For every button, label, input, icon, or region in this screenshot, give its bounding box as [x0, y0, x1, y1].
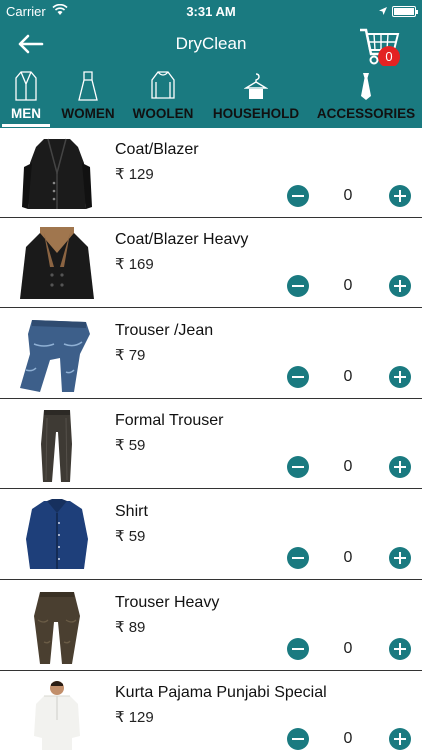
nav-bar: DryClean 0: [0, 22, 422, 68]
item-price: ₹ 59: [115, 528, 146, 545]
item-name: Shirt: [115, 503, 148, 520]
location-arrow-icon: [378, 4, 388, 19]
item-quantity: 0: [343, 187, 353, 204]
decrease-quantity-button[interactable]: [287, 456, 309, 478]
item-quantity: 0: [343, 368, 353, 385]
list-item[interactable]: Trouser Heavy ₹ 89 0: [0, 581, 422, 671]
item-name: Trouser /Jean: [115, 322, 214, 339]
item-name: Kurta Pajama Punjabi Special: [115, 684, 327, 701]
increase-quantity-button[interactable]: [389, 456, 411, 478]
sweater-icon: [150, 70, 176, 107]
item-price: ₹ 129: [115, 709, 154, 726]
item-price: ₹ 129: [115, 166, 154, 183]
tab-women-label: WOMEN: [61, 106, 115, 121]
formal-trouser-image: [14, 404, 100, 486]
dress-icon: [77, 70, 99, 107]
item-quantity: 0: [343, 549, 353, 566]
shirt-image: [14, 495, 100, 577]
item-quantity: 0: [343, 730, 353, 747]
item-name: Coat/Blazer Heavy: [115, 231, 249, 248]
increase-quantity-button[interactable]: [389, 275, 411, 297]
item-price: ₹ 79: [115, 347, 146, 364]
cart-count-badge: 0: [378, 46, 400, 68]
hanger-icon: [243, 70, 269, 107]
decrease-quantity-button[interactable]: [287, 638, 309, 660]
decrease-quantity-button[interactable]: [287, 185, 309, 207]
tab-woolen-label: WOOLEN: [132, 106, 194, 121]
list-item[interactable]: Coat/Blazer Heavy ₹ 169 0: [0, 218, 422, 308]
kurta-image: [14, 676, 100, 750]
tab-men-label: MEN: [11, 106, 41, 121]
active-tab-indicator: [2, 124, 50, 127]
heavy-trouser-image: [14, 586, 100, 668]
increase-quantity-button[interactable]: [389, 366, 411, 388]
status-time: 3:31 AM: [186, 4, 236, 19]
battery-icon: [392, 6, 418, 17]
decrease-quantity-button[interactable]: [287, 275, 309, 297]
tab-accessories-label: ACCESSORIES: [316, 106, 416, 121]
tab-household-label: HOUSEHOLD: [212, 106, 300, 121]
item-name: Coat/Blazer: [115, 141, 199, 158]
blazer-image: [14, 133, 100, 215]
tab-men[interactable]: MEN: [0, 66, 52, 128]
decrease-quantity-button[interactable]: [287, 728, 309, 750]
item-price: ₹ 59: [115, 437, 146, 454]
tab-household[interactable]: HOUSEHOLD: [208, 66, 304, 128]
decrease-quantity-button[interactable]: [287, 547, 309, 569]
item-quantity: 0: [343, 458, 353, 475]
list-item[interactable]: Coat/Blazer ₹ 129 0: [0, 128, 422, 218]
item-price: ₹ 169: [115, 256, 154, 273]
increase-quantity-button[interactable]: [389, 185, 411, 207]
blazer-icon: [14, 70, 38, 107]
jeans-image: [14, 314, 100, 396]
list-item[interactable]: Shirt ₹ 59 0: [0, 490, 422, 580]
list-item[interactable]: Kurta Pajama Punjabi Special ₹ 129 0: [0, 671, 422, 750]
list-item[interactable]: Formal Trouser ₹ 59 0: [0, 399, 422, 489]
item-name: Trouser Heavy: [115, 594, 220, 611]
tab-women[interactable]: WOMEN: [56, 66, 120, 128]
increase-quantity-button[interactable]: [389, 547, 411, 569]
status-bar: Carrier 3:31 AM: [0, 0, 422, 22]
item-quantity: 0: [343, 640, 353, 657]
category-tab-bar: MEN WOMEN WOOLEN HOUSEHOLD ACCESSORIES: [0, 66, 422, 128]
increase-quantity-button[interactable]: [389, 638, 411, 660]
tie-icon: [358, 70, 374, 107]
decrease-quantity-button[interactable]: [287, 366, 309, 388]
tab-accessories[interactable]: ACCESSORIES: [314, 66, 418, 128]
item-name: Formal Trouser: [115, 412, 224, 429]
list-item[interactable]: Trouser /Jean ₹ 79 0: [0, 309, 422, 399]
heavy-coat-image: [14, 223, 100, 305]
item-quantity: 0: [343, 277, 353, 294]
tab-woolen[interactable]: WOOLEN: [128, 66, 198, 128]
item-price: ₹ 89: [115, 619, 146, 636]
increase-quantity-button[interactable]: [389, 728, 411, 750]
